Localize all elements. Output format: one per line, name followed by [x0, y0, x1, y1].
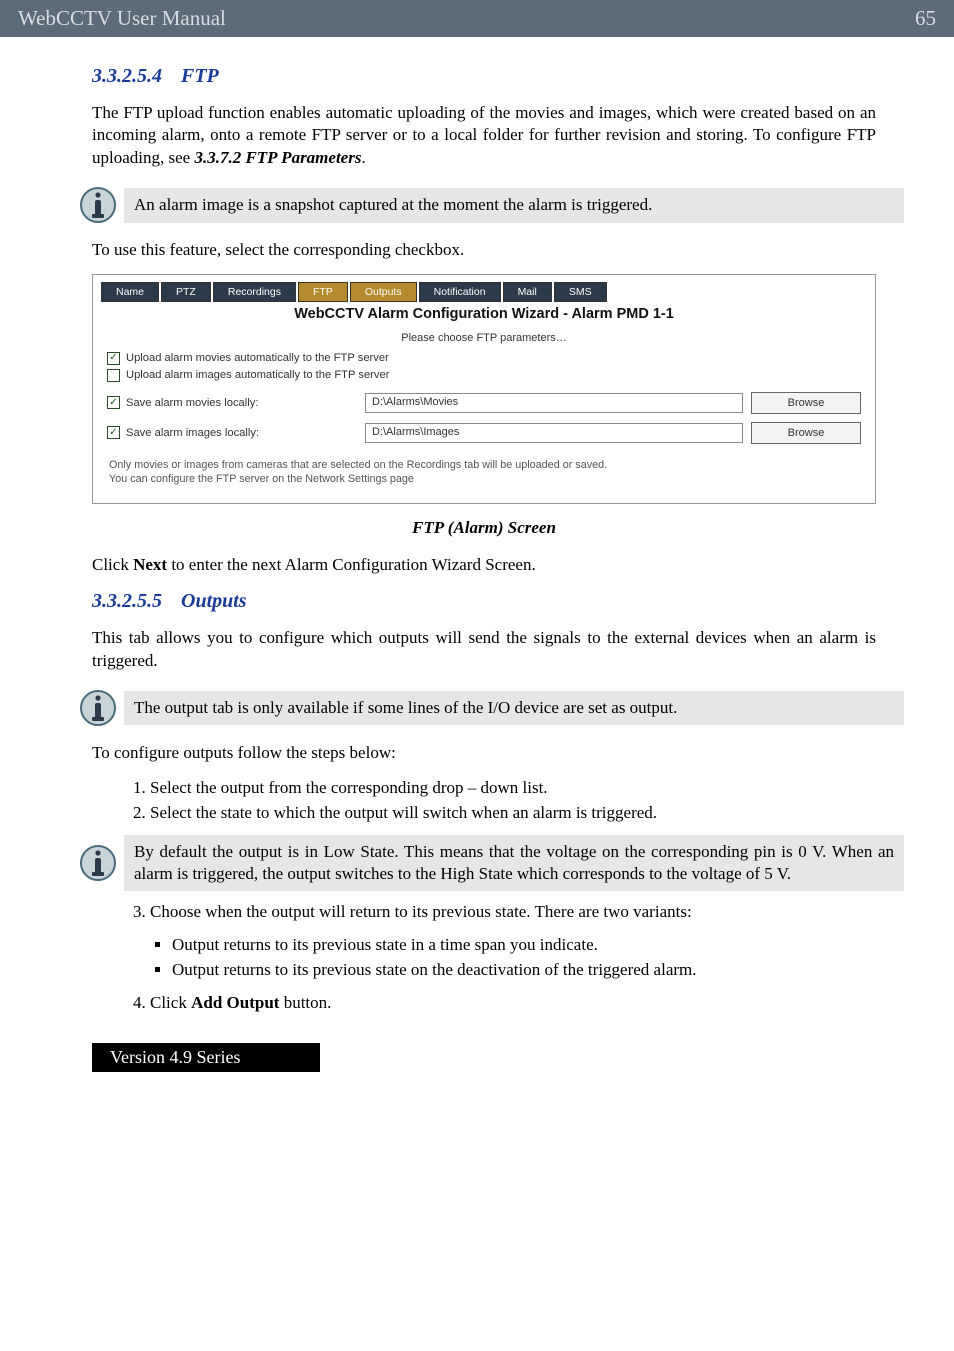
step-2: Select the state to which the output wil… — [150, 802, 876, 825]
browse-images-button[interactable]: Browse — [751, 422, 861, 444]
info-callout-alarm-image: An alarm image is a snapshot captured at… — [72, 181, 904, 229]
steps-list-1: Select the output from the corresponding… — [92, 777, 876, 825]
ftp-params-ref: 3.3.7.2 FTP Parameters — [194, 148, 361, 167]
para-click-next: Click Next to enter the next Alarm Confi… — [92, 554, 876, 576]
tab-ptz[interactable]: PTZ — [161, 282, 211, 302]
variant-2: Output returns to its previous state on … — [172, 959, 876, 982]
wizard-tabs: Name PTZ Recordings FTP Outputs Notifica… — [93, 275, 875, 302]
section-outputs-title: Outputs — [181, 590, 247, 612]
variant-1: Output returns to its previous state in … — [172, 934, 876, 957]
section-outputs-heading: 3.3.2.5.5 Outputs — [92, 590, 876, 613]
section-ftp-title: FTP — [181, 65, 219, 87]
input-save-images-path[interactable]: D:\Alarms\Images — [365, 423, 743, 443]
label-upload-movies: Upload alarm movies automatically to the… — [126, 352, 389, 364]
version-footer: Version 4.9 Series — [92, 1043, 320, 1072]
ftp-params-label: Please choose FTP parameters… — [107, 332, 861, 344]
row-upload-movies-auto: ✓ Upload alarm movies automatically to t… — [107, 350, 861, 367]
page-number: 65 — [915, 6, 936, 31]
info-callout-low-state: By default the output is in Low State. T… — [72, 835, 904, 892]
checkbox-upload-images[interactable]: ✓ — [107, 369, 120, 382]
checkbox-save-movies[interactable]: ✓ — [107, 396, 120, 409]
checkbox-upload-movies[interactable]: ✓ — [107, 352, 120, 365]
checkbox-save-images[interactable]: ✓ — [107, 426, 120, 439]
label-upload-images: Upload alarm images automatically to the… — [126, 369, 389, 381]
outputs-paragraph: This tab allows you to configure which o… — [92, 627, 876, 672]
section-outputs-number: 3.3.2.5.5 — [92, 590, 162, 612]
info-icon — [72, 684, 124, 732]
tab-ftp[interactable]: FTP — [298, 282, 348, 302]
feature-instruction: To use this feature, select the correspo… — [92, 239, 876, 261]
tab-outputs[interactable]: Outputs — [350, 282, 417, 302]
row-save-images: ✓ Save alarm images locally: D:\Alarms\I… — [107, 422, 861, 444]
row-save-movies: ✓ Save alarm movies locally: D:\Alarms\M… — [107, 392, 861, 414]
tab-mail[interactable]: Mail — [503, 282, 552, 302]
steps-list-2: Choose when the output will return to it… — [92, 901, 876, 924]
section-ftp-number: 3.3.2.5.4 — [92, 65, 162, 87]
info-callout-output-tab: The output tab is only available if some… — [72, 684, 904, 732]
tab-sms[interactable]: SMS — [554, 282, 607, 302]
variants-list: Output returns to its previous state in … — [92, 934, 876, 982]
callout-text: The output tab is only available if some… — [124, 691, 904, 725]
step-4: Click Add Output button. — [150, 992, 876, 1015]
info-icon — [72, 839, 124, 887]
step-3: Choose when the output will return to it… — [150, 901, 876, 924]
figure-caption-ftp: FTP (Alarm) Screen — [92, 518, 876, 538]
steps-list-3: Click Add Output button. — [92, 992, 876, 1015]
ftp-wizard-screenshot: Name PTZ Recordings FTP Outputs Notifica… — [92, 274, 876, 504]
callout-text: An alarm image is a snapshot captured at… — [124, 188, 904, 222]
input-save-movies-path[interactable]: D:\Alarms\Movies — [365, 393, 743, 413]
callout-text: By default the output is in Low State. T… — [124, 835, 904, 892]
wizard-title: WebCCTV Alarm Configuration Wizard - Ala… — [93, 302, 875, 332]
label-save-movies: Save alarm movies locally: — [126, 397, 258, 409]
manual-title: WebCCTV User Manual — [18, 6, 226, 31]
configure-outputs-intro: To configure outputs follow the steps be… — [92, 742, 876, 764]
ftp-paragraph: The FTP upload function enables automati… — [92, 102, 876, 169]
label-save-images: Save alarm images locally: — [126, 427, 259, 439]
tab-name[interactable]: Name — [101, 282, 159, 302]
info-icon — [72, 181, 124, 229]
row-upload-images-auto: ✓ Upload alarm images automatically to t… — [107, 367, 861, 384]
section-ftp-heading: 3.3.2.5.4 FTP — [92, 65, 876, 88]
browse-movies-button[interactable]: Browse — [751, 392, 861, 414]
tab-recordings[interactable]: Recordings — [213, 282, 296, 302]
page-header: WebCCTV User Manual 65 — [0, 0, 954, 37]
tab-notification[interactable]: Notification — [419, 282, 501, 302]
step-1: Select the output from the corresponding… — [150, 777, 876, 800]
wizard-hint: Only movies or images from cameras that … — [107, 444, 861, 489]
